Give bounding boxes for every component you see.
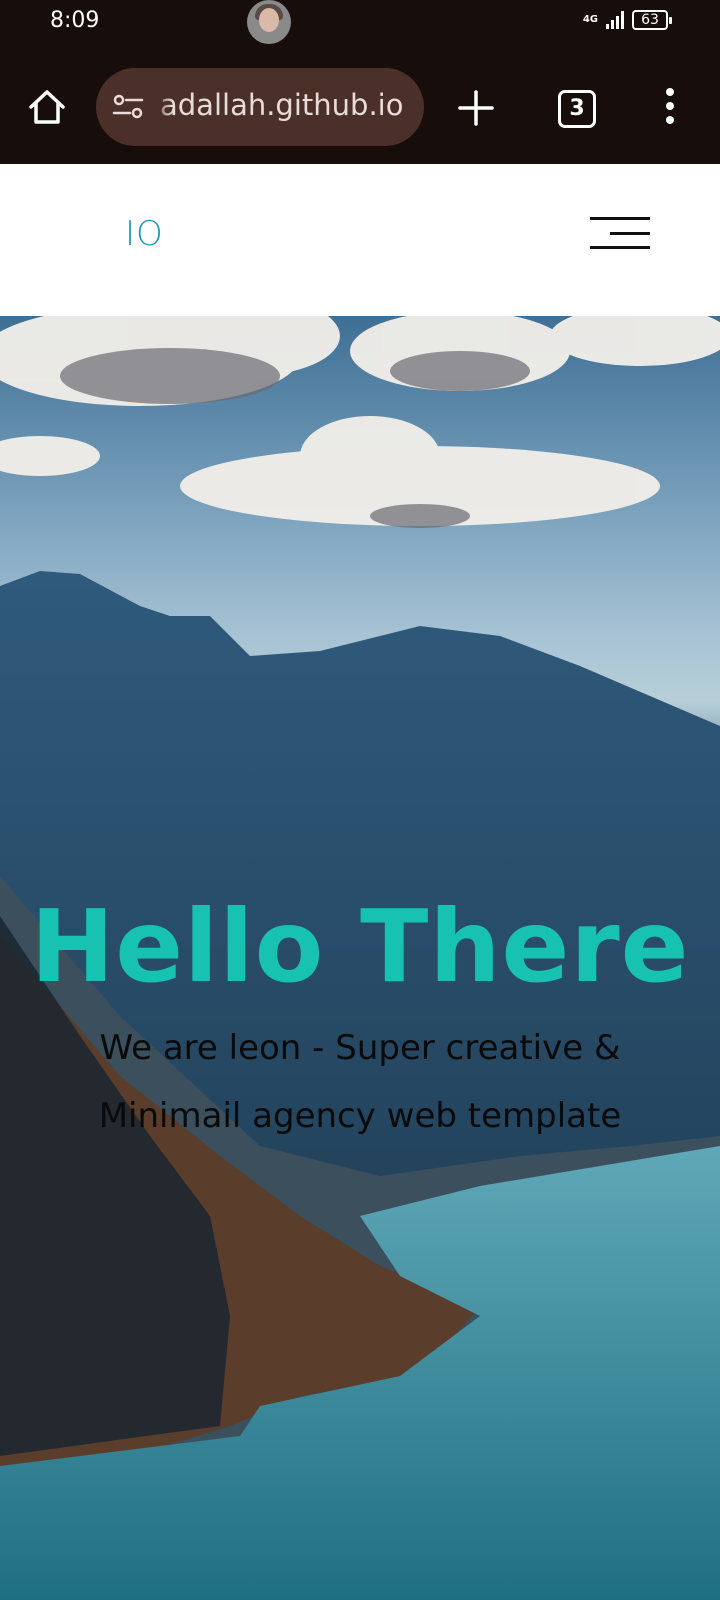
hero-subtitle: We are leon - Super creative & Minimail …	[60, 1014, 660, 1150]
battery-level: 63	[641, 12, 659, 28]
status-indicators: 4G 63	[582, 10, 672, 30]
status-bar: 8:09 4G 63	[0, 0, 720, 44]
tab-count: 3	[569, 96, 585, 121]
hamburger-menu-icon[interactable]	[590, 217, 650, 251]
site-settings-icon[interactable]	[112, 94, 144, 120]
hero-subtitle-line-1: We are leon - Super creative &	[99, 1028, 621, 1068]
status-time: 8:09	[50, 8, 100, 33]
battery-icon: 63	[632, 10, 672, 30]
network-type: 4G	[582, 14, 598, 25]
hero-title: Hello There	[30, 888, 690, 1005]
hero-section: Hello There We are leon - Super creative…	[0, 316, 720, 1600]
signal-strength-icon	[606, 11, 624, 29]
home-icon[interactable]	[26, 86, 68, 128]
new-tab-icon[interactable]	[456, 88, 496, 128]
url-text[interactable]: adallah.github.io	[160, 88, 403, 122]
tab-switcher-button[interactable]: 3	[558, 90, 596, 128]
site-logo[interactable]: IO	[125, 214, 164, 254]
site-header: IO	[0, 164, 720, 316]
notification-avatar-icon	[247, 0, 291, 44]
hero-subtitle-line-2: Minimail agency web template	[98, 1096, 622, 1136]
more-menu-icon[interactable]	[660, 88, 680, 128]
address-bar[interactable]: adallah.github.io	[96, 68, 424, 146]
browser-toolbar: adallah.github.io 3	[0, 44, 720, 164]
